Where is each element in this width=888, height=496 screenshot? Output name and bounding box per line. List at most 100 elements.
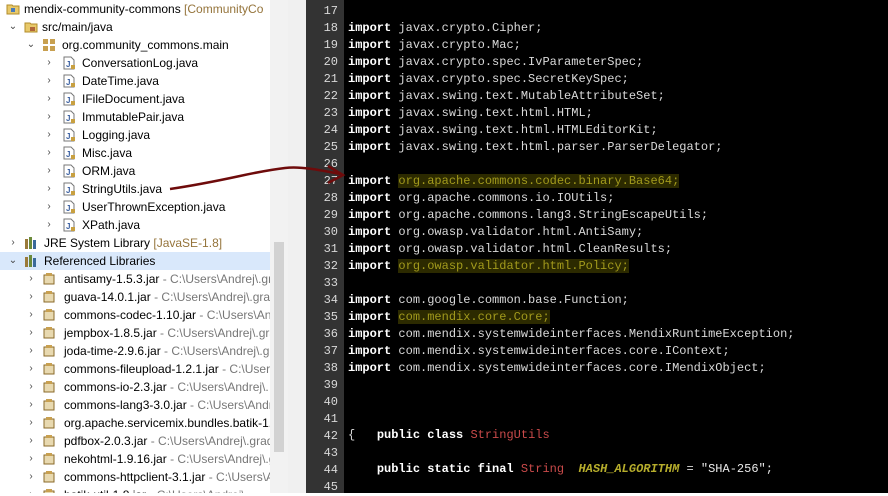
tree-file-node[interactable]: › J ORM.java <box>0 162 270 180</box>
code-line-34[interactable]: import com.google.common.base.Function; <box>348 292 629 309</box>
svg-text:J: J <box>66 150 70 159</box>
chevron-right-icon[interactable]: › <box>44 90 54 108</box>
chevron-right-icon[interactable]: › <box>26 468 36 486</box>
code-line-21[interactable]: import javax.crypto.spec.SecretKeySpec; <box>348 71 629 88</box>
code-line-31[interactable]: import org.owasp.validator.html.CleanRes… <box>348 241 672 258</box>
chevron-right-icon[interactable]: › <box>44 162 54 180</box>
tree-package-node[interactable]: ⌄ org.community_commons.main <box>0 36 270 54</box>
line-number: 21 <box>323 72 338 86</box>
tree-jar-node[interactable]: › batik-util-1.8.jar - C:\Users\Andrej\. <box>0 486 270 493</box>
keyword-import: import <box>348 174 392 188</box>
chevron-right-icon[interactable]: › <box>26 324 36 342</box>
code-line-18[interactable]: import javax.crypto.Cipher; <box>348 20 542 37</box>
code-line-32[interactable]: import org.owasp.validator.html.Policy; <box>348 258 629 275</box>
chevron-right-icon[interactable]: › <box>44 180 54 198</box>
tree-file-node[interactable]: › J IFileDocument.java <box>0 90 270 108</box>
code-line-44[interactable]: public static final String HASH_ALGORITH… <box>348 461 773 478</box>
tree-file-node[interactable]: › J ConversationLog.java <box>0 54 270 72</box>
chevron-right-icon[interactable]: › <box>26 414 36 432</box>
pane-divider[interactable] <box>288 0 306 493</box>
tree-file-node[interactable]: › J XPath.java <box>0 216 270 234</box>
code-line-38[interactable]: import com.mendix.systemwideinterfaces.c… <box>348 360 766 377</box>
code-line-25[interactable]: import javax.swing.text.html.parser.Pars… <box>348 139 722 156</box>
chevron-down-icon[interactable]: ⌄ <box>8 252 18 270</box>
tree-jar-node[interactable]: › commons-io-2.3.jar - C:\Users\Andrej\. <box>0 378 270 396</box>
chevron-right-icon[interactable]: › <box>26 306 36 324</box>
code-editor[interactable]: import javax.crypto.Cipher; import javax.… <box>344 0 888 493</box>
tree-jar-node[interactable]: › commons-lang3-3.0.jar - C:\Users\Andr <box>0 396 270 414</box>
file-label: DateTime.java <box>82 74 159 88</box>
code-line-30[interactable]: import org.owasp.validator.html.AntiSamy… <box>348 224 643 241</box>
chevron-right-icon[interactable]: › <box>8 234 18 252</box>
line-number: 25 <box>323 140 338 154</box>
chevron-down-icon[interactable]: ⌄ <box>26 36 36 54</box>
code-line-37[interactable]: import com.mendix.systemwideinterfaces.c… <box>348 343 730 360</box>
tree-file-node[interactable]: › J DateTime.java <box>0 72 270 90</box>
tree-jre-node[interactable]: › JRE System Library [JavaSE-1.8] <box>0 234 270 252</box>
chevron-right-icon[interactable]: › <box>44 198 54 216</box>
chevron-right-icon[interactable]: › <box>26 486 36 493</box>
code-line-20[interactable]: import javax.crypto.spec.IvParameterSpec… <box>348 54 643 71</box>
tree-jar-node[interactable]: › nekohtml-1.9.16.jar - C:\Users\Andrej\.… <box>0 450 270 468</box>
tree-jar-node[interactable]: › commons-httpclient-3.1.jar - C:\Users\A <box>0 468 270 486</box>
code-line-28[interactable]: import org.apache.commons.io.IOUtils; <box>348 190 614 207</box>
chevron-right-icon[interactable]: › <box>26 378 36 396</box>
svg-text:J: J <box>66 204 70 213</box>
chevron-right-icon[interactable]: › <box>44 126 54 144</box>
jar-path: - C:\Users\Andr <box>186 398 270 412</box>
chevron-right-icon[interactable]: › <box>44 54 54 72</box>
tree-jar-node[interactable]: › commons-fileupload-1.2.1.jar - C:\User <box>0 360 270 378</box>
tree-scrollbar[interactable] <box>270 0 288 493</box>
jar-icon <box>42 290 56 304</box>
code-line-36[interactable]: import com.mendix.systemwideinterfaces.M… <box>348 326 794 343</box>
chevron-right-icon[interactable]: › <box>26 450 36 468</box>
chevron-right-icon[interactable]: › <box>44 144 54 162</box>
jar-name: joda-time-2.9.6.jar <box>64 344 161 358</box>
tree-jar-node[interactable]: › antisamy-1.5.3.jar - C:\Users\Andrej\.g… <box>0 270 270 288</box>
package-explorer-tree[interactable]: mendix-community-commons [CommunityCo ⌄ … <box>0 0 289 493</box>
tree-file-node[interactable]: › J Logging.java <box>0 126 270 144</box>
chevron-right-icon[interactable]: › <box>26 360 36 378</box>
code-line-41[interactable]: public class StringUtils <box>348 410 550 442</box>
chevron-right-icon[interactable]: › <box>26 432 36 450</box>
chevron-right-icon[interactable]: › <box>26 342 36 360</box>
code-line-19[interactable]: import javax.crypto.Mac; <box>348 37 521 54</box>
tree-file-node[interactable]: › J UserThrownException.java <box>0 198 270 216</box>
chevron-right-icon[interactable]: › <box>26 396 36 414</box>
chevron-right-icon[interactable]: › <box>44 72 54 90</box>
tree-jar-node[interactable]: › org.apache.servicemix.bundles.batik-1.8 <box>0 414 270 432</box>
code-line-35[interactable]: import com.mendix.core.Core; <box>348 309 550 326</box>
code-line-24[interactable]: import javax.swing.text.html.HTMLEditorK… <box>348 122 658 139</box>
chevron-down-icon[interactable]: ⌄ <box>8 18 18 36</box>
tree-file-node[interactable]: › J Misc.java <box>0 144 270 162</box>
tree-source-folder-node[interactable]: ⌄ src/main/java <box>0 18 270 36</box>
tree-jar-node[interactable]: › jempbox-1.8.5.jar - C:\Users\Andrej\.gr… <box>0 324 270 342</box>
library-icon <box>24 236 38 250</box>
tree-jar-node[interactable]: › guava-14.0.1.jar - C:\Users\Andrej\.gra… <box>0 288 270 306</box>
keyword-import: import <box>348 361 392 375</box>
svg-text:J: J <box>66 132 70 141</box>
line-number: 38 <box>323 361 338 375</box>
chevron-right-icon[interactable]: › <box>44 216 54 234</box>
code-line-22[interactable]: import javax.swing.text.MutableAttribute… <box>348 88 665 105</box>
tree-jar-node[interactable]: › joda-time-2.9.6.jar - C:\Users\Andrej\.… <box>0 342 270 360</box>
tree-scrollbar-thumb[interactable] <box>274 242 284 452</box>
chevron-right-icon[interactable]: › <box>26 270 36 288</box>
keyword-public: public <box>376 428 421 442</box>
line-number: 40 <box>323 395 338 409</box>
tree-project-node[interactable]: mendix-community-commons [CommunityCo <box>0 0 270 18</box>
tree-jar-node[interactable]: › pdfbox-2.0.3.jar - C:\Users\Andrej\.gra… <box>0 432 270 450</box>
import-path: javax.crypto.Cipher; <box>391 21 543 35</box>
code-line-42[interactable]: { <box>348 427 355 444</box>
tree-referenced-libraries-node[interactable]: ⌄ Referenced Libraries <box>0 252 270 270</box>
tree-jar-node[interactable]: › commons-codec-1.10.jar - C:\Users\An <box>0 306 270 324</box>
code-line-23[interactable]: import javax.swing.text.html.HTML; <box>348 105 593 122</box>
keyword-import: import <box>348 89 392 103</box>
code-line-29[interactable]: import org.apache.commons.lang3.StringEs… <box>348 207 708 224</box>
chevron-right-icon[interactable]: › <box>44 108 54 126</box>
code-line-27[interactable]: import org.apache.commons.codec.binary.B… <box>348 173 680 190</box>
tree-file-node[interactable]: › J StringUtils.java <box>0 180 270 198</box>
chevron-right-icon[interactable]: › <box>26 288 36 306</box>
tree-file-node[interactable]: › J ImmutablePair.java <box>0 108 270 126</box>
line-number: 20 <box>323 55 338 69</box>
